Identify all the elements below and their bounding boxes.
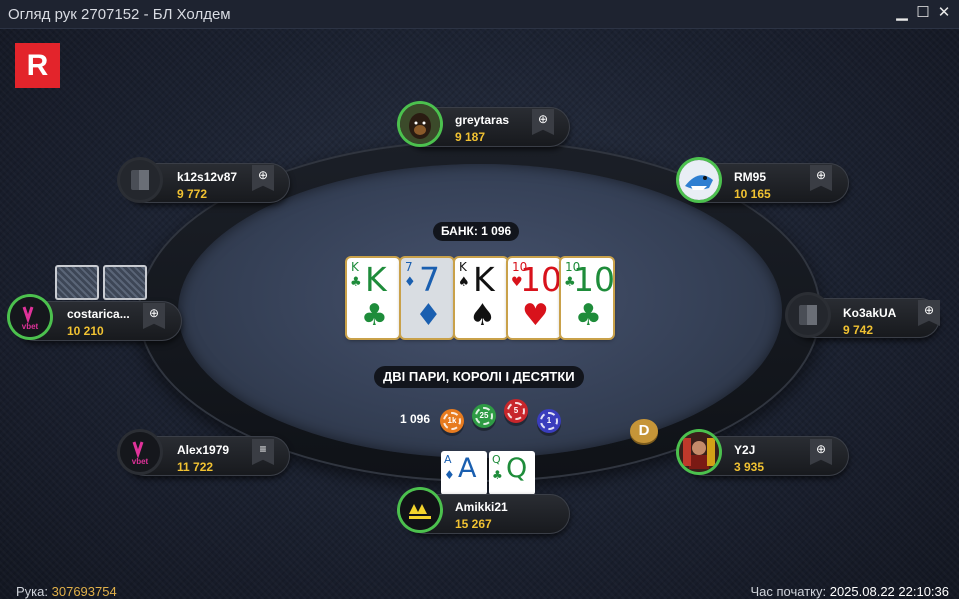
svg-text:vbet: vbet [22,322,39,331]
empty-seat-avatar [120,160,160,200]
card-rank: K [473,260,495,299]
club-icon: ♣ [575,298,602,333]
diamond-icon: ♦ [444,468,455,482]
player-name: Alex1979 [177,443,230,457]
player-name: Y2J [734,443,756,457]
board-card-4: 10 ♥ 10 ♥ [508,258,562,338]
card-rank-small: Q [492,453,501,466]
minimize-button[interactable]: ▁ [893,4,911,22]
diamond-icon: ♦ [404,275,416,290]
start-time-label: Час початку: [750,584,827,599]
player-name: RM95 [734,170,767,184]
player-name: greytaras [455,113,510,127]
card-rank: A [458,453,477,484]
player-name: k12s12v87 [177,170,238,184]
card-rank-small: A [444,453,452,466]
player-stack: 9 742 [843,323,874,337]
shark-avatar [679,160,719,200]
card-rank-small: 7 [405,260,413,274]
player-stack: 11 722 [177,460,214,474]
hero-card-2: Q ♣ Q [489,451,535,495]
board-card-1: K ♣ K ♣ [347,258,399,338]
card-rank-small: K [351,260,359,274]
vbet-avatar: vbet [120,432,160,472]
vbet-avatar: vbet [10,297,50,337]
player-stack: 10 210 [67,324,104,338]
start-time-value: 2025.08.22 22:10:36 [829,584,949,599]
board-card-3: K ♠ K ♠ [455,258,507,338]
dog-avatar [400,104,440,144]
player-stack: 15 267 [455,517,492,531]
hand-description: ДВІ ПАРИ, КОРОЛІ І ДЕСЯТКИ [374,366,584,388]
facedown-card [55,265,99,300]
card-rank: Q [506,453,528,484]
card-rank: 7 [419,260,440,299]
spade-icon: ♠ [469,298,496,333]
player-stack: 9 772 [177,187,208,201]
diamond-icon: ♦ [415,298,442,333]
wrestler-avatar [679,432,719,472]
spade-icon: ♠ [458,275,470,290]
player-stack: 3 935 [734,460,765,474]
card-rank: K [365,260,387,299]
hero-card-1: A ♦ A [441,451,487,495]
card-rank-small: K [459,260,467,274]
navi-avatar [400,490,440,530]
player-name: costarica... [67,307,130,321]
player-name: Amikki21 [455,500,508,514]
player-name: Ko3akUA [843,306,897,320]
pot-label: БАНК: 1 096 [433,222,520,241]
start-time-status: Час початку: 2025.08.22 22:10:36 [750,584,949,599]
chip-5: 5 [504,399,528,423]
club-icon: ♣ [492,468,503,482]
hand-id-label: Рука: [16,584,48,599]
hand-id-status: Рука: 307693754 [16,584,117,599]
hand-id-value[interactable]: 307693754 [52,584,117,599]
heart-icon: ♥ [522,298,549,333]
club-icon: ♣ [361,298,388,333]
chip-25: 25 [472,404,496,428]
bet-amount: 1 096 [400,412,431,426]
dealer-button: D [630,419,658,443]
svg-text:vbet: vbet [132,457,149,466]
card-rank: 10 [520,260,562,299]
board-card-2: 7 ♦ 7 ♦ [401,258,453,338]
club-icon: ♣ [350,275,362,290]
player-stack: 9 187 [455,130,486,144]
board-card-5: 10 ♣ 10 ♣ [561,258,615,338]
facedown-card [103,265,147,300]
chip-1: 1 [537,409,561,433]
window-titlebar: Огляд рук 2707152 - БЛ Холдем ▁ ☐ ✕ [0,0,959,29]
close-button[interactable]: ✕ [935,4,953,22]
player-stack: 10 165 [734,187,771,201]
window-title: Огляд рук 2707152 - БЛ Холдем [8,5,231,23]
brand-logo: R [15,43,60,88]
card-rank: 10 [573,260,615,299]
maximize-button[interactable]: ☐ [914,4,932,22]
empty-seat-avatar [788,295,828,335]
chip-1k: 1k [440,409,464,433]
